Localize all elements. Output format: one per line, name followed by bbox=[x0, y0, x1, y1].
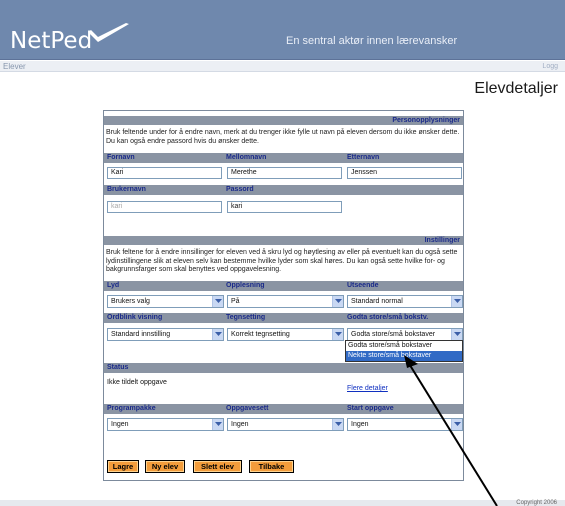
label-tegnsetting: Tegnsetting bbox=[226, 314, 266, 321]
tegnsetting-select-value: Korrekt tegnsetting bbox=[231, 331, 290, 338]
label-row-display: Ordblink visning Tegnsetting Godta store… bbox=[104, 313, 463, 323]
section-heading-settings: Instillinger bbox=[104, 236, 463, 245]
breadcrumb-elever[interactable]: Elever bbox=[3, 61, 26, 72]
programpakke-select-value: Ingen bbox=[111, 421, 129, 428]
opplesning-select-value: På bbox=[231, 298, 240, 305]
label-store-sma: Godta store/små bokstv. bbox=[347, 314, 429, 321]
opplesning-select[interactable]: På bbox=[227, 295, 344, 308]
tagline: En sentral aktør innen lærevansker bbox=[286, 35, 458, 47]
utseende-select[interactable]: Standard normal bbox=[347, 295, 463, 308]
more-details-link[interactable]: Flere detaljer bbox=[347, 385, 388, 392]
chevron-down-icon[interactable] bbox=[332, 419, 343, 430]
middle-name-input[interactable]: Merethe bbox=[227, 167, 342, 179]
save-button[interactable]: Lagre bbox=[107, 460, 139, 473]
label-brukernavn: Brukernavn bbox=[107, 186, 146, 193]
label-fornavn: Fornavn bbox=[107, 154, 135, 161]
start-oppgave-select[interactable]: Ingen bbox=[347, 418, 463, 431]
chevron-down-icon[interactable] bbox=[212, 419, 223, 430]
chevron-down-icon[interactable] bbox=[332, 296, 343, 307]
chevron-down-icon[interactable] bbox=[451, 419, 462, 430]
label-row-names: Fornavn Mellomnavn Etternavn bbox=[104, 153, 463, 163]
chevron-down-icon[interactable] bbox=[451, 329, 462, 340]
label-mellomnavn: Mellomnavn bbox=[226, 154, 267, 161]
ordblink-select[interactable]: Standard innstilling bbox=[107, 328, 224, 341]
label-row-sound: Lyd Opplesning Utseende bbox=[104, 281, 463, 291]
lyd-select-value: Brukers valg bbox=[111, 298, 150, 305]
logo-check-icon bbox=[88, 23, 129, 42]
header-bar: NetPed En sentral aktør innen lærevanske… bbox=[0, 0, 565, 60]
oppgavesett-select[interactable]: Ingen bbox=[227, 418, 344, 431]
store-sma-select-value: Godta store/små bokstaver bbox=[351, 331, 436, 338]
programpakke-select[interactable]: Ingen bbox=[107, 418, 224, 431]
back-button[interactable]: Tilbake bbox=[249, 460, 294, 473]
label-etternavn: Etternavn bbox=[347, 154, 380, 161]
password-input[interactable]: kari bbox=[227, 201, 342, 213]
label-opplesning: Opplesning bbox=[226, 282, 265, 289]
copyright-text: Copyright 2006 bbox=[516, 500, 557, 506]
footer-bar bbox=[0, 500, 565, 506]
dropdown-option[interactable]: Godta store/små bokstaver bbox=[346, 341, 462, 351]
oppgavesett-select-value: Ingen bbox=[231, 421, 249, 428]
label-oppgavesett: Oppgavesett bbox=[226, 405, 269, 412]
logo: NetPed bbox=[10, 28, 93, 54]
status-text: Ikke tildelt oppgave bbox=[107, 379, 167, 386]
logout-link[interactable]: Logg bbox=[542, 61, 558, 72]
label-start-oppgave: Start oppgave bbox=[347, 405, 394, 412]
personal-info-text: Bruk feltende under for å endre navn, me… bbox=[106, 129, 460, 145]
label-status: Status bbox=[107, 364, 129, 371]
sub-navigation-bar: Elever Logg bbox=[0, 61, 565, 72]
settings-info-text: Bruk feltene for å endre innsillinger fo… bbox=[106, 249, 458, 273]
dropdown-option-selected[interactable]: Nekte store/små bokstaver bbox=[346, 351, 462, 361]
page: NetPed En sentral aktør innen lærevanske… bbox=[0, 0, 565, 506]
tegnsetting-select[interactable]: Korrekt tegnsetting bbox=[227, 328, 344, 341]
student-details-form: Personopplysninger Bruk feltende under f… bbox=[103, 110, 464, 481]
username-input[interactable]: kari bbox=[107, 201, 222, 213]
ordblink-select-value: Standard innstilling bbox=[111, 331, 171, 338]
store-sma-dropdown-list[interactable]: Godta store/små bokstaver Nekte store/sm… bbox=[345, 340, 463, 362]
label-passord: Passord bbox=[226, 186, 254, 193]
lyd-select[interactable]: Brukers valg bbox=[107, 295, 224, 308]
chevron-down-icon[interactable] bbox=[212, 329, 223, 340]
label-row-status: Status bbox=[104, 363, 463, 373]
delete-student-button[interactable]: Slett elev bbox=[193, 460, 242, 473]
chevron-down-icon[interactable] bbox=[451, 296, 462, 307]
label-lyd: Lyd bbox=[107, 282, 120, 289]
label-row-login: Brukernavn Passord bbox=[104, 185, 463, 195]
page-title: Elevdetaljer bbox=[474, 80, 558, 97]
section-heading-personal: Personopplysninger bbox=[104, 116, 463, 125]
label-ordblink: Ordblink visning bbox=[107, 314, 163, 321]
first-name-input[interactable]: Kari bbox=[107, 167, 222, 179]
chevron-down-icon[interactable] bbox=[332, 329, 343, 340]
label-utseende: Utseende bbox=[347, 282, 379, 289]
new-student-button[interactable]: Ny elev bbox=[145, 460, 185, 473]
label-programpakke: Programpakke bbox=[107, 405, 156, 412]
utseende-select-value: Standard normal bbox=[351, 298, 403, 305]
last-name-input[interactable]: Jenssen bbox=[347, 167, 462, 179]
chevron-down-icon[interactable] bbox=[212, 296, 223, 307]
start-oppgave-select-value: Ingen bbox=[351, 421, 369, 428]
label-row-program: Programpakke Oppgavesett Start oppgave bbox=[104, 404, 463, 414]
